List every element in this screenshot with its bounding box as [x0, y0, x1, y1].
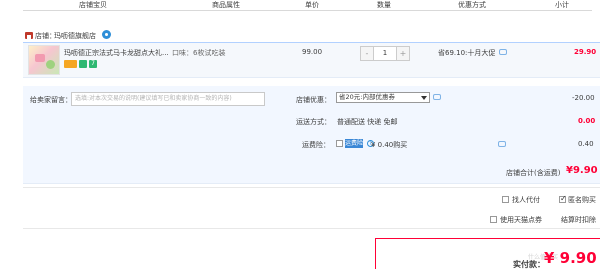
shipping-amount: 0.00	[578, 117, 596, 125]
quantity-minus-button[interactable]: -	[361, 47, 374, 60]
insurance-price: ¥ 0.40购买	[371, 141, 408, 149]
header-divider	[23, 10, 592, 11]
wangwang-chat-icon[interactable]	[102, 30, 111, 39]
memo-label: 给卖家留言：	[30, 96, 72, 104]
col-header-subtotal: 小计	[555, 1, 569, 9]
divider	[23, 187, 600, 188]
chevron-down-icon	[421, 96, 427, 100]
insurance-amount: 0.40	[578, 140, 594, 148]
quantity-stepper: - 1 +	[360, 46, 410, 61]
credit-card-badge-icon	[64, 60, 77, 68]
col-header-shop-item: 店铺宝贝	[79, 1, 107, 9]
item-subtotal: 29.90	[574, 48, 597, 56]
coupon-info-icon[interactable]	[433, 94, 441, 100]
tmall-points-label[interactable]: 使用天猫点券	[500, 215, 542, 225]
insurance-badge: 运费险	[345, 139, 364, 148]
insurance-label: 运费险：	[302, 141, 330, 149]
shop-icon	[25, 32, 33, 39]
anonymous-label[interactable]: 匿名购买	[568, 195, 596, 205]
quantity-plus-button[interactable]: +	[396, 47, 409, 60]
settlement-note: 结算时扣除	[561, 216, 596, 224]
insurance-info-icon[interactable]	[498, 141, 506, 147]
shop-name-link[interactable]: 玛呖德旗舰店	[54, 31, 96, 41]
tmall-points-checkbox[interactable]	[490, 216, 497, 223]
proxy-pay-label[interactable]: 找人代付	[512, 195, 540, 205]
insurance-checkbox[interactable]	[336, 140, 343, 147]
shipping-method: 普通配送 快递 免邮	[337, 118, 398, 126]
store-coupon-value: 省20元:内部优惠券	[339, 93, 395, 101]
payment-amount: ¥ 9.90	[544, 249, 597, 267]
item-thumbnail[interactable]	[28, 45, 60, 75]
discount-info-icon[interactable]	[499, 49, 507, 55]
memo-input[interactable]: 选填:对本次交易的说明(建议填写已和卖家协商一致的内容)	[71, 92, 265, 106]
seven-day-return-badge-icon: 7	[89, 60, 97, 68]
quantity-input[interactable]: 1	[374, 47, 396, 60]
item-unit-price: 99.00	[302, 48, 323, 56]
col-header-attributes: 商品属性	[212, 1, 240, 9]
item-discount: 省69.10:十月大促	[438, 49, 496, 57]
proxy-pay-checkbox[interactable]	[502, 196, 509, 203]
shop-label: 店铺：	[35, 32, 56, 40]
store-coupon-amount: -20.00	[572, 94, 595, 102]
item-sku: 口味：6枚试吃装	[172, 49, 226, 57]
col-header-unit-price: 单价	[305, 1, 319, 9]
col-header-discount: 优惠方式	[458, 1, 486, 9]
store-coupon-label: 店铺优惠：	[296, 96, 331, 104]
item-badges: 7	[64, 60, 97, 68]
guarantee-badge-icon	[79, 60, 87, 68]
divider	[23, 228, 600, 229]
anonymous-checkbox[interactable]	[559, 194, 567, 203]
store-total-amount: ¥9.90	[566, 165, 598, 176]
shipping-label: 运送方式：	[296, 118, 331, 126]
store-coupon-select[interactable]: 省20元:内部优惠券	[336, 92, 430, 103]
store-total-label: 店铺合计(含运费)	[506, 169, 561, 177]
col-header-quantity: 数量	[377, 1, 391, 9]
item-title-link[interactable]: 玛呖德正宗法式马卡龙甜点大礼...	[64, 48, 169, 58]
